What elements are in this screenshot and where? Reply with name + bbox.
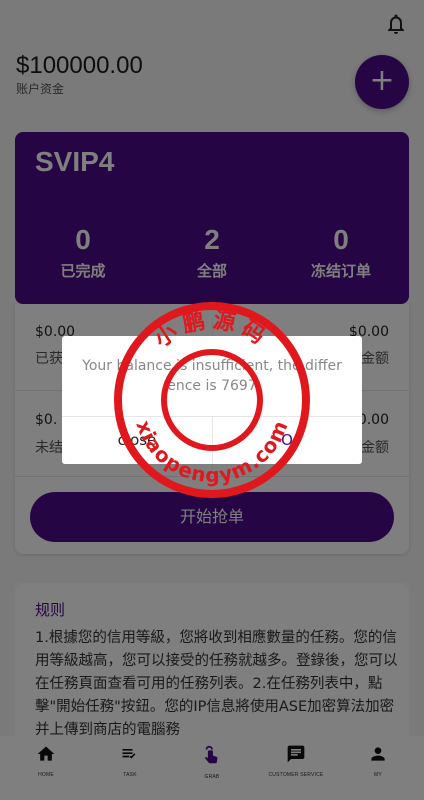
insufficient-balance-dialog: Your balance is insufficient, the differ… — [62, 336, 362, 464]
dialog-ok-button[interactable]: O — [212, 416, 362, 464]
app-screen: $100000.00 账户资金 + SVIP4 0 已完成 2 全部 0 冻结订… — [0, 0, 424, 800]
dialog-close-button[interactable]: close — [62, 416, 212, 464]
dialog-message: Your balance is insufficient, the differ… — [82, 358, 342, 394]
